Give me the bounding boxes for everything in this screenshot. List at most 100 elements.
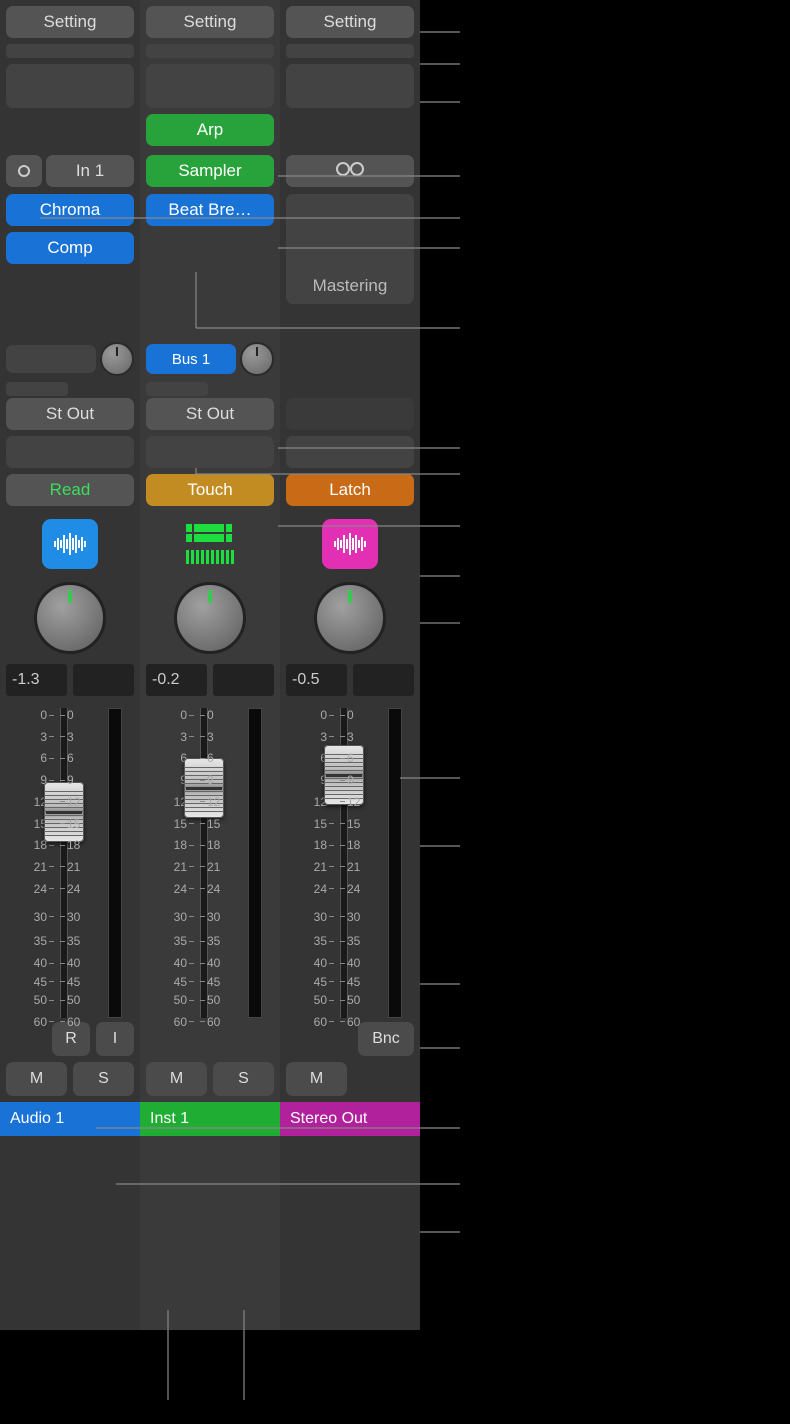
fader-scale-tick: 21	[174, 860, 194, 874]
automation-mode-button[interactable]: Latch	[286, 474, 414, 506]
fader-scale-tick: 15	[60, 817, 80, 831]
audio-fx-slot[interactable]: Chroma	[6, 194, 134, 226]
output-slot[interactable]: St Out	[6, 398, 134, 430]
peak-display[interactable]	[213, 664, 274, 696]
fader-scale-tick: 35	[60, 934, 80, 948]
fader-scale-tick: 18	[200, 838, 220, 852]
fader-scale-tick: 24	[174, 882, 194, 896]
pan-knob[interactable]	[34, 582, 106, 654]
input-format-button[interactable]	[6, 155, 42, 187]
audio-fx-slot[interactable]: Comp	[6, 232, 134, 264]
send-slot[interactable]	[6, 345, 96, 373]
fader-scale-tick: 0	[340, 708, 354, 722]
fader-scale-tick: 35	[200, 934, 220, 948]
fader-scale-tick: 45	[314, 975, 334, 989]
fader-scale-tick: 18	[60, 838, 80, 852]
eq-thumbnail-slot[interactable]	[146, 44, 274, 58]
fader-scale-tick: 18	[174, 838, 194, 852]
mute-button[interactable]: M	[146, 1062, 207, 1096]
level-display[interactable]: -1.3	[6, 664, 67, 696]
fader-scale-tick: 9	[340, 773, 354, 787]
eq-slot[interactable]	[6, 64, 134, 108]
track-name[interactable]: Inst 1	[140, 1102, 280, 1136]
eq-slot[interactable]	[286, 64, 414, 108]
group-slot[interactable]	[286, 436, 414, 468]
fader-scale-tick: 15	[340, 817, 360, 831]
group-slot[interactable]	[146, 436, 274, 468]
peak-display[interactable]	[73, 664, 134, 696]
bounce-button[interactable]: Bnc	[358, 1022, 414, 1056]
stereo-link-icon	[333, 160, 367, 183]
fader-scale-tick: 35	[174, 934, 194, 948]
send-slot-empty[interactable]	[146, 382, 208, 396]
pan-knob[interactable]	[314, 582, 386, 654]
level-meter	[108, 708, 122, 1018]
fader-scale-tick: 50	[340, 993, 360, 1007]
fader-scale-tick: 60	[314, 1015, 334, 1029]
pan-knob[interactable]	[174, 582, 246, 654]
fader-scale-tick: 60	[60, 1015, 80, 1029]
stereo-link-button[interactable]	[286, 155, 414, 187]
output-slot[interactable]: St Out	[146, 398, 274, 430]
track-name[interactable]: Stereo Out	[280, 1102, 420, 1136]
send-slot-empty[interactable]	[6, 382, 68, 396]
fader-scale-tick: 35	[34, 934, 54, 948]
level-display[interactable]: -0.5	[286, 664, 347, 696]
track-icon[interactable]	[286, 518, 414, 570]
automation-mode-button[interactable]: Read	[6, 474, 134, 506]
fader-scale-tick: 35	[340, 934, 360, 948]
setting-button[interactable]: Setting	[286, 6, 414, 38]
setting-button[interactable]: Setting	[146, 6, 274, 38]
input-monitor-button[interactable]: I	[96, 1022, 134, 1056]
solo-button[interactable]: S	[73, 1062, 134, 1096]
channel-strip: SettingIn 1ChromaCompSt OutRead-1.303691…	[0, 0, 140, 1330]
fader-scale-tick: 3	[180, 730, 194, 744]
fader-scale-tick: 50	[314, 993, 334, 1007]
automation-mode-button[interactable]: Touch	[146, 474, 274, 506]
fader-scale-tick: 35	[314, 934, 334, 948]
mastering-slot[interactable]: Mastering	[286, 194, 414, 304]
instrument-slot[interactable]: Sampler	[146, 155, 274, 187]
mute-button[interactable]: M	[286, 1062, 347, 1096]
track-icon[interactable]	[6, 518, 134, 570]
group-slot[interactable]	[6, 436, 134, 468]
output-slot[interactable]	[286, 398, 414, 430]
fader-scale-tick: 30	[34, 910, 54, 924]
mute-button[interactable]: M	[6, 1062, 67, 1096]
send-level-knob[interactable]	[100, 342, 134, 376]
audio-fx-area: Mastering	[286, 194, 414, 342]
audio-fx-slot[interactable]: Beat Bre…	[146, 194, 274, 226]
send-level-knob[interactable]	[240, 342, 274, 376]
level-display[interactable]: -0.2	[146, 664, 207, 696]
fader-scale-tick: 24	[34, 882, 54, 896]
peak-display[interactable]	[353, 664, 414, 696]
fader-scale-tick: 9	[60, 773, 74, 787]
fader-scale-tick: 40	[200, 956, 220, 970]
fader-scale-tick: 12	[60, 795, 80, 809]
midi-fx-slot[interactable]: Arp	[146, 114, 274, 146]
channel-strip: Setting Arp Sampler Beat Bre… Bus 1 St Out Tou…	[140, 0, 280, 1330]
fader-scale-tick: 24	[340, 882, 360, 896]
fader-scale-tick: 30	[314, 910, 334, 924]
setting-button[interactable]: Setting	[6, 6, 134, 38]
fader-scale-tick: 15	[314, 817, 334, 831]
fader-scale-tick: 3	[320, 730, 334, 744]
track-name[interactable]: Audio 1	[0, 1102, 140, 1136]
send-slot[interactable]: Bus 1	[146, 344, 236, 374]
eq-thumbnail-slot[interactable]	[6, 44, 134, 58]
fader-scale-tick: 45	[34, 975, 54, 989]
track-icon[interactable]	[146, 518, 274, 570]
fader-scale-tick: 50	[34, 993, 54, 1007]
fader-scale-tick: 18	[314, 838, 334, 852]
fader-scale-tick: 50	[200, 993, 220, 1007]
sends-area: Bus 1	[146, 342, 274, 398]
solo-button[interactable]: S	[213, 1062, 274, 1096]
fader-scale-tick: 21	[340, 860, 360, 874]
audio-fx-area: Chroma Comp	[6, 194, 134, 342]
fader-scale-tick: 21	[60, 860, 80, 874]
eq-slot[interactable]	[146, 64, 274, 108]
channel-strip: SettingMasteringLatch-0.5036912151821243…	[280, 0, 420, 1330]
input-slot[interactable]: In 1	[46, 155, 134, 187]
input-row: In 1	[6, 154, 134, 188]
eq-thumbnail-slot[interactable]	[286, 44, 414, 58]
